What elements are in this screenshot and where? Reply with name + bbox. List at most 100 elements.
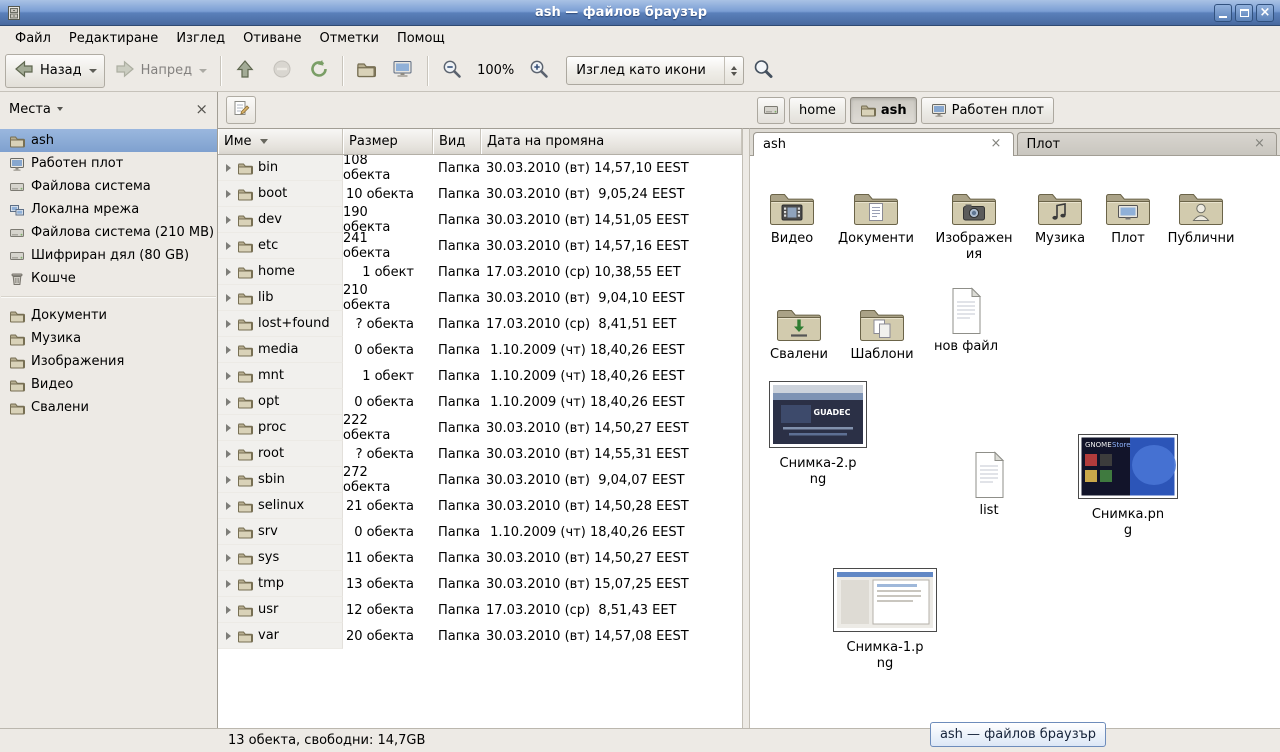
titlebar[interactable]: ash — файлов браузър × xyxy=(0,0,1280,26)
icon-item-снимка.png[interactable]: GNOMEStoreСнимка.png xyxy=(1082,434,1174,540)
taskbar-window-button[interactable]: ash — файлов браузър xyxy=(930,722,1106,747)
minimize-button[interactable] xyxy=(1214,4,1232,22)
home-button[interactable] xyxy=(349,54,383,88)
expander-icon[interactable] xyxy=(226,398,231,406)
sidebar-item-свалени[interactable]: Свалени xyxy=(0,396,217,419)
sidebar-item-файлова-система[interactable]: Файлова система xyxy=(0,175,217,198)
table-row-boot[interactable]: boot10 обектаПапка30.03.2010 (вт) 9,05,2… xyxy=(218,181,742,207)
menu-отметки[interactable]: Отметки xyxy=(310,26,387,50)
zoom-in-button[interactable] xyxy=(521,54,557,88)
menu-редактиране[interactable]: Редактиране xyxy=(60,26,167,50)
expander-icon[interactable] xyxy=(226,268,231,276)
expander-icon[interactable] xyxy=(226,502,231,510)
menu-изглед[interactable]: Изглед xyxy=(167,26,234,50)
table-row-mnt[interactable]: mnt1 обектПапка 1.10.2009 (чт) 18,40,26 … xyxy=(218,363,742,389)
tab-плот[interactable]: Плот× xyxy=(1017,132,1278,155)
icon-item-свалени[interactable]: Свалени xyxy=(753,288,845,363)
sidebar-item-кошче[interactable]: Кошче xyxy=(0,267,217,290)
table-row-selinux[interactable]: selinux21 обектаПапка30.03.2010 (вт) 14,… xyxy=(218,493,742,519)
sidebar-item-локална-мрежа[interactable]: Локална мрежа xyxy=(0,198,217,221)
table-row-sys[interactable]: sys11 обектаПапка30.03.2010 (вт) 14,50,2… xyxy=(218,545,742,571)
tab-close-icon[interactable]: × xyxy=(1252,137,1267,152)
expander-icon[interactable] xyxy=(226,294,231,302)
sidebar-item-изображения[interactable]: Изображения xyxy=(0,350,217,373)
expander-icon[interactable] xyxy=(226,476,231,484)
maximize-button[interactable] xyxy=(1235,4,1253,22)
column-header-размер[interactable]: Размер xyxy=(343,129,433,154)
tab-ash[interactable]: ash× xyxy=(753,132,1014,156)
expander-icon[interactable] xyxy=(226,346,231,354)
sidebar-item-музика[interactable]: Музика xyxy=(0,327,217,350)
sidebar-item-ash[interactable]: ash xyxy=(0,129,217,152)
expander-icon[interactable] xyxy=(226,606,231,614)
expander-icon[interactable] xyxy=(226,632,231,640)
table-row-etc[interactable]: etc241 обектаПапка30.03.2010 (вт) 14,57,… xyxy=(218,233,742,259)
expander-icon[interactable] xyxy=(226,580,231,588)
table-row-home[interactable]: home1 обектПапка17.03.2010 (ср) 10,38,55… xyxy=(218,259,742,285)
sidebar-item-работен-плот[interactable]: Работен плот xyxy=(0,152,217,175)
back-button[interactable]: Назад xyxy=(5,54,105,88)
column-header-вид[interactable]: Вид xyxy=(433,129,481,154)
up-button[interactable] xyxy=(227,54,263,88)
menu-файл[interactable]: Файл xyxy=(6,26,60,50)
table-row-usr[interactable]: usr12 обектаПапка17.03.2010 (ср) 8,51,43… xyxy=(218,597,742,623)
table-row-root[interactable]: root? обектаПапка30.03.2010 (вт) 14,55,3… xyxy=(218,441,742,467)
computer-button[interactable] xyxy=(384,54,422,88)
sidebar-item-документи[interactable]: Документи xyxy=(0,304,217,327)
breadcrumb-root[interactable] xyxy=(757,97,785,124)
expander-icon[interactable] xyxy=(226,528,231,536)
icon-item-list[interactable]: list xyxy=(943,444,1035,519)
expander-icon[interactable] xyxy=(226,320,231,328)
expander-icon[interactable] xyxy=(226,190,231,198)
sidebar-item-файлова-система-210-mb-[interactable]: Файлова система (210 MB) xyxy=(0,221,217,244)
forward-button[interactable]: Напред xyxy=(106,54,215,88)
menu-отиване[interactable]: Отиване xyxy=(234,26,310,50)
sidebar-title[interactable]: Места xyxy=(9,102,51,117)
table-row-lib[interactable]: lib210 обектаПапка30.03.2010 (вт) 9,04,1… xyxy=(218,285,742,311)
combo-spinner-icon[interactable] xyxy=(724,57,743,84)
expander-icon[interactable] xyxy=(226,424,231,432)
column-header-име[interactable]: Име xyxy=(218,129,343,154)
expander-icon[interactable] xyxy=(226,554,231,562)
icon-item-изображения[interactable]: Изображения xyxy=(928,172,1020,264)
icon-view[interactable]: ВидеоДокументиИзображенияМузикаПлотПубли… xyxy=(750,156,1280,728)
tab-close-icon[interactable]: × xyxy=(989,137,1004,152)
stop-button[interactable] xyxy=(264,54,300,88)
reload-button[interactable] xyxy=(301,54,337,88)
close-button[interactable]: × xyxy=(1256,4,1274,22)
zoom-out-button[interactable] xyxy=(434,54,470,88)
expander-icon[interactable] xyxy=(226,450,231,458)
icon-item-публични[interactable]: Публични xyxy=(1155,172,1247,247)
menu-помощ[interactable]: Помощ xyxy=(388,26,454,50)
sidebar-item-видео[interactable]: Видео xyxy=(0,373,217,396)
view-mode-select[interactable]: Изглед като икони xyxy=(566,56,744,85)
pane-splitter[interactable] xyxy=(742,128,750,728)
table-row-tmp[interactable]: tmp13 обектаПапка30.03.2010 (вт) 15,07,2… xyxy=(218,571,742,597)
table-row-bin[interactable]: bin108 обектаПапка30.03.2010 (вт) 14,57,… xyxy=(218,155,742,181)
table-row-sbin[interactable]: sbin272 обектаПапка30.03.2010 (вт) 9,04,… xyxy=(218,467,742,493)
icon-item-снимка-1.png[interactable]: Снимка-1.png xyxy=(839,568,931,673)
table-row-var[interactable]: var20 обектаПапка30.03.2010 (вт) 14,57,0… xyxy=(218,623,742,649)
table-row-opt[interactable]: opt0 обектаПапка 1.10.2009 (чт) 18,40,26… xyxy=(218,389,742,415)
table-row-lost+found[interactable]: lost+found? обектаПапка17.03.2010 (ср) 8… xyxy=(218,311,742,337)
column-header-дата-на-промяна[interactable]: Дата на промяна xyxy=(481,129,742,154)
sidebar-item-шифриран-дял-80-gb-[interactable]: Шифриран дял (80 GB) xyxy=(0,244,217,267)
sidebar-close-icon[interactable]: × xyxy=(195,102,208,117)
icon-item-документи[interactable]: Документи xyxy=(830,172,922,247)
breadcrumb-home[interactable]: home xyxy=(789,97,846,124)
sidebar-dropdown-icon[interactable] xyxy=(57,107,63,111)
icon-item-снимка-2.png[interactable]: GUADECСнимка-2.png xyxy=(772,381,864,489)
location-toggle-button[interactable] xyxy=(226,96,256,124)
icon-item-шаблони[interactable]: Шаблони xyxy=(836,288,928,363)
back-history-dropdown-icon[interactable] xyxy=(89,69,97,73)
breadcrumb-ash[interactable]: ash xyxy=(850,97,917,124)
expander-icon[interactable] xyxy=(226,372,231,380)
table-row-media[interactable]: media0 обектаПапка 1.10.2009 (чт) 18,40,… xyxy=(218,337,742,363)
icon-item-видео[interactable]: Видео xyxy=(750,172,838,247)
icon-item-нов-файл[interactable]: нов файл xyxy=(920,280,1012,355)
breadcrumb-работен-плот[interactable]: Работен плот xyxy=(921,97,1054,124)
expander-icon[interactable] xyxy=(226,216,231,224)
table-row-dev[interactable]: dev190 обектаПапка30.03.2010 (вт) 14,51,… xyxy=(218,207,742,233)
table-row-srv[interactable]: srv0 обектаПапка 1.10.2009 (чт) 18,40,26… xyxy=(218,519,742,545)
expander-icon[interactable] xyxy=(226,242,231,250)
